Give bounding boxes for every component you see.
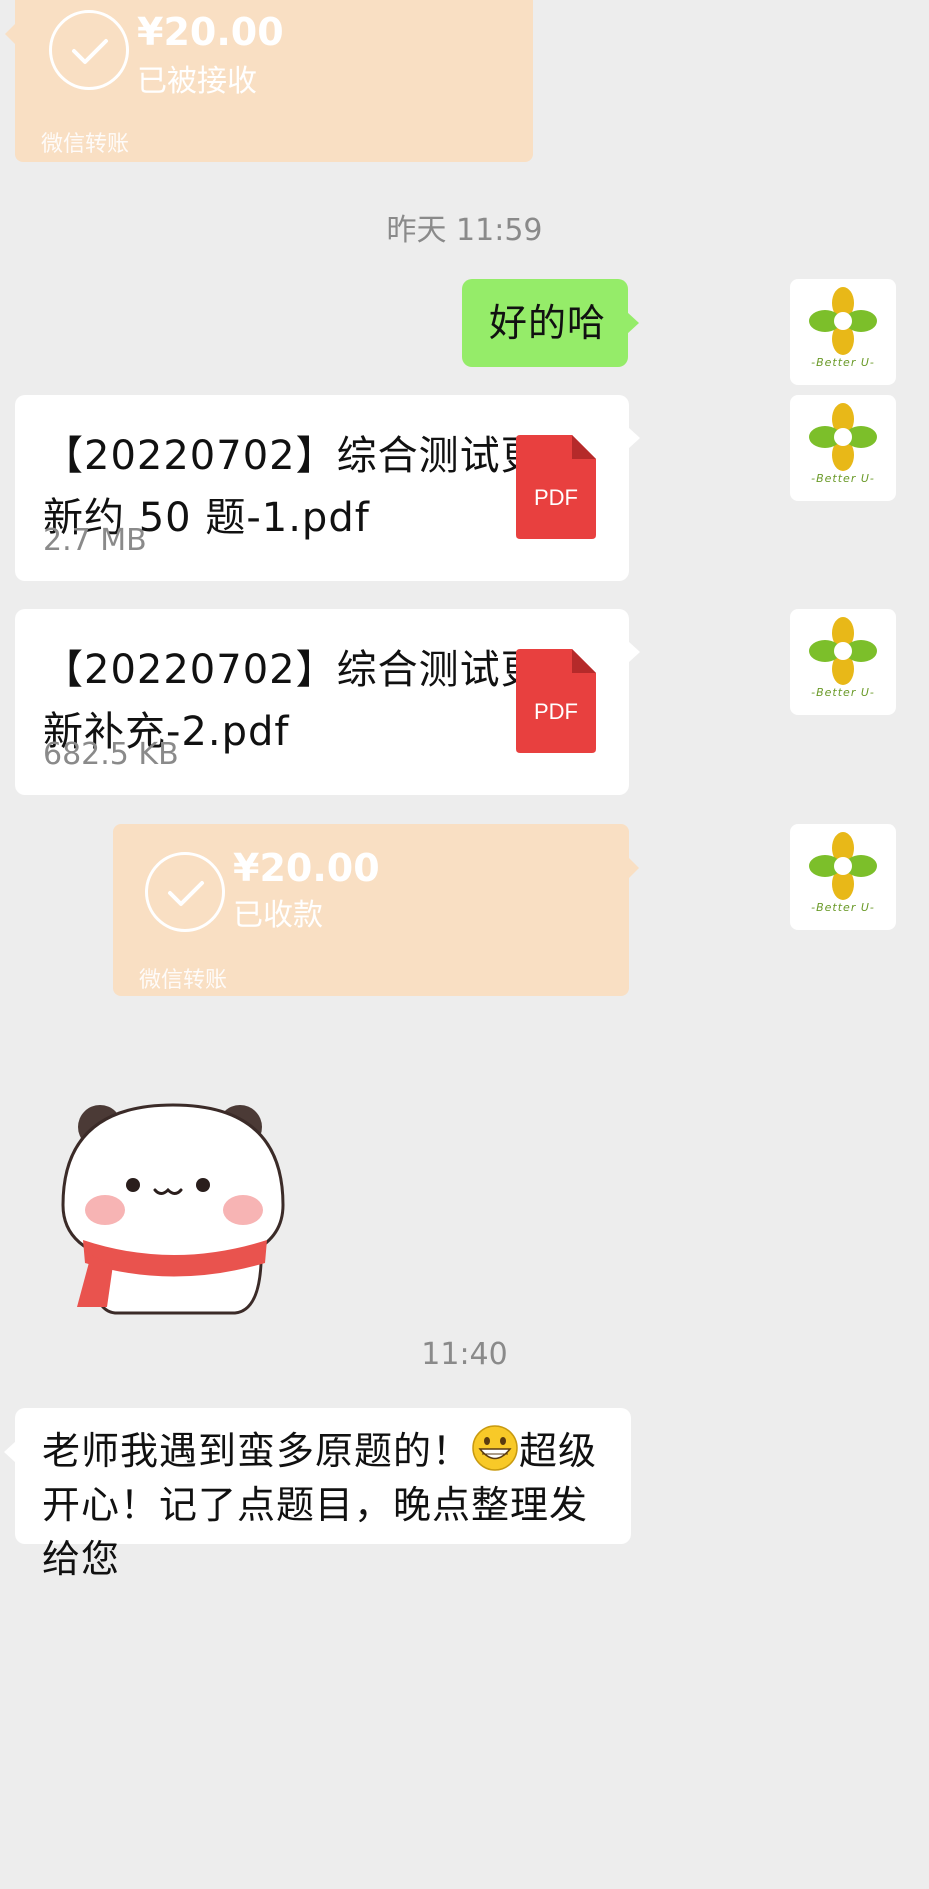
better-u-logo-icon (809, 287, 877, 355)
transfer-amount: ¥20.00 (233, 846, 380, 890)
file-message[interactable]: 【20220702】综合测试更新约 50 题-1.pdf 2.7 MB PDF (15, 395, 640, 581)
message-text: 好的哈 (489, 301, 607, 345)
check-circle-icon (145, 852, 225, 932)
check-circle-icon (49, 10, 129, 90)
avatar-brand-text: -Better U- (811, 901, 875, 914)
panda-sticker[interactable] (55, 1075, 300, 1315)
pdf-file-icon: PDF (516, 649, 596, 753)
outgoing-message-bubble[interactable]: 好的哈 (462, 279, 639, 367)
transfer-card-sent[interactable]: ¥20.00 已收款 微信转账 (113, 824, 639, 996)
avatar[interactable]: -Better U- (790, 824, 896, 930)
grinning-face-emoji-icon (472, 1425, 518, 1471)
timestamp: 11:40 (421, 1337, 508, 1372)
avatar-brand-text: -Better U- (811, 356, 875, 369)
transfer-amount: ¥20.00 (137, 10, 284, 54)
avatar[interactable]: -Better U- (790, 609, 896, 715)
message-text: 老师我遇到蛮多原题的！ 超级开心！记了点题目，晚点整理发给您 (42, 1424, 612, 1586)
timestamp: 昨天 11:59 (386, 213, 543, 248)
avatar-brand-text: -Better U- (811, 686, 875, 699)
transfer-kind: 微信转账 (139, 968, 228, 993)
avatar[interactable]: -Better U- (790, 395, 896, 501)
transfer-status: 已被接收 (137, 64, 257, 99)
better-u-logo-icon (809, 403, 877, 471)
file-size: 682.5 KB (43, 737, 179, 772)
transfer-status: 已收款 (233, 898, 323, 933)
better-u-logo-icon (809, 832, 877, 900)
incoming-message-bubble[interactable]: 老师我遇到蛮多原题的！ 超级开心！记了点题目，晚点整理发给您 (4, 1408, 631, 1581)
avatar-brand-text: -Better U- (811, 472, 875, 485)
transfer-kind: 微信转账 (41, 132, 130, 157)
better-u-logo-icon (809, 617, 877, 685)
pdf-file-icon: PDF (516, 435, 596, 539)
file-message[interactable]: 【20220702】综合测试更新补充-2.pdf 682.5 KB PDF (15, 609, 640, 795)
transfer-card-received[interactable]: ¥20.00 已被接收 微信转账 (5, 0, 533, 162)
file-size: 2.7 MB (43, 523, 147, 558)
avatar[interactable]: -Better U- (790, 279, 896, 385)
